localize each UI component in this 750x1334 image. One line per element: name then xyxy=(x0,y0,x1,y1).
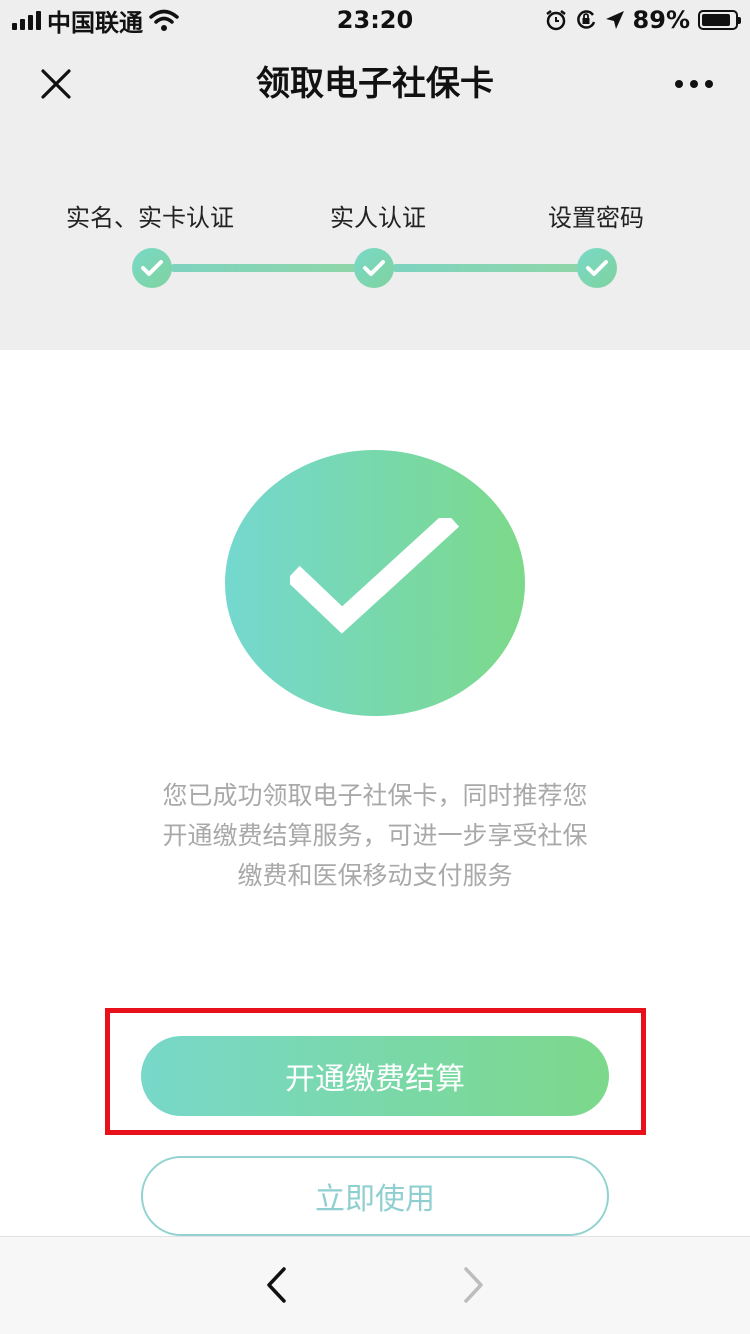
orientation-lock-icon xyxy=(576,10,595,29)
status-right: 89% xyxy=(545,4,741,36)
status-bar: 中国联通 23:20 89% xyxy=(0,0,750,40)
signal-icon xyxy=(12,10,41,30)
message-line: 您已成功领取电子社保卡，同时推荐您 xyxy=(162,781,588,810)
message-line: 开通缴费结算服务，可进一步享受社保 xyxy=(162,821,588,850)
alarm-icon xyxy=(545,10,566,31)
battery-level-fill xyxy=(702,14,731,26)
step-label-password: 设置密码 xyxy=(548,204,644,232)
step-check-icon xyxy=(577,248,617,288)
forward-arrow-icon xyxy=(464,1267,483,1303)
carrier-name: 中国联通 xyxy=(47,8,143,37)
message-line: 缴费和医保移动支付服务 xyxy=(237,861,513,890)
step-progress: 实名、实卡认证 实人认证 设置密码 xyxy=(0,128,750,350)
step-check-icon xyxy=(132,248,172,288)
nav-bar: 领取电子社保卡 xyxy=(0,40,750,128)
battery-percent: 89% xyxy=(632,6,690,34)
enable-payment-settlement-button[interactable]: 开通缴费结算 xyxy=(141,1036,609,1116)
step-label-face: 实人认证 xyxy=(330,204,426,232)
forward-button[interactable] xyxy=(452,1261,496,1309)
back-arrow-icon xyxy=(267,1267,286,1303)
close-icon xyxy=(41,69,71,99)
location-icon xyxy=(605,11,624,29)
back-button[interactable] xyxy=(254,1261,298,1309)
success-check-icon xyxy=(225,450,525,716)
status-left: 中国联通 xyxy=(12,4,179,37)
more-icon-dot xyxy=(690,80,698,88)
wifi-icon xyxy=(149,9,179,31)
bottom-toolbar xyxy=(0,1236,750,1334)
battery-icon xyxy=(698,10,741,30)
step-connector xyxy=(170,264,360,272)
close-button[interactable] xyxy=(30,60,82,108)
step-connector xyxy=(392,264,582,272)
more-button[interactable] xyxy=(666,62,722,106)
success-message: 您已成功领取电子社保卡，同时推荐您 开通缴费结算服务，可进一步享受社保 缴费和医… xyxy=(125,776,625,896)
more-icon-dot xyxy=(675,80,683,88)
use-now-button[interactable]: 立即使用 xyxy=(141,1156,609,1236)
step-label-realname: 实名、实卡认证 xyxy=(66,204,234,232)
more-icon-dot xyxy=(705,80,713,88)
page-title: 领取电子社保卡 xyxy=(256,64,494,104)
step-check-icon xyxy=(354,248,394,288)
